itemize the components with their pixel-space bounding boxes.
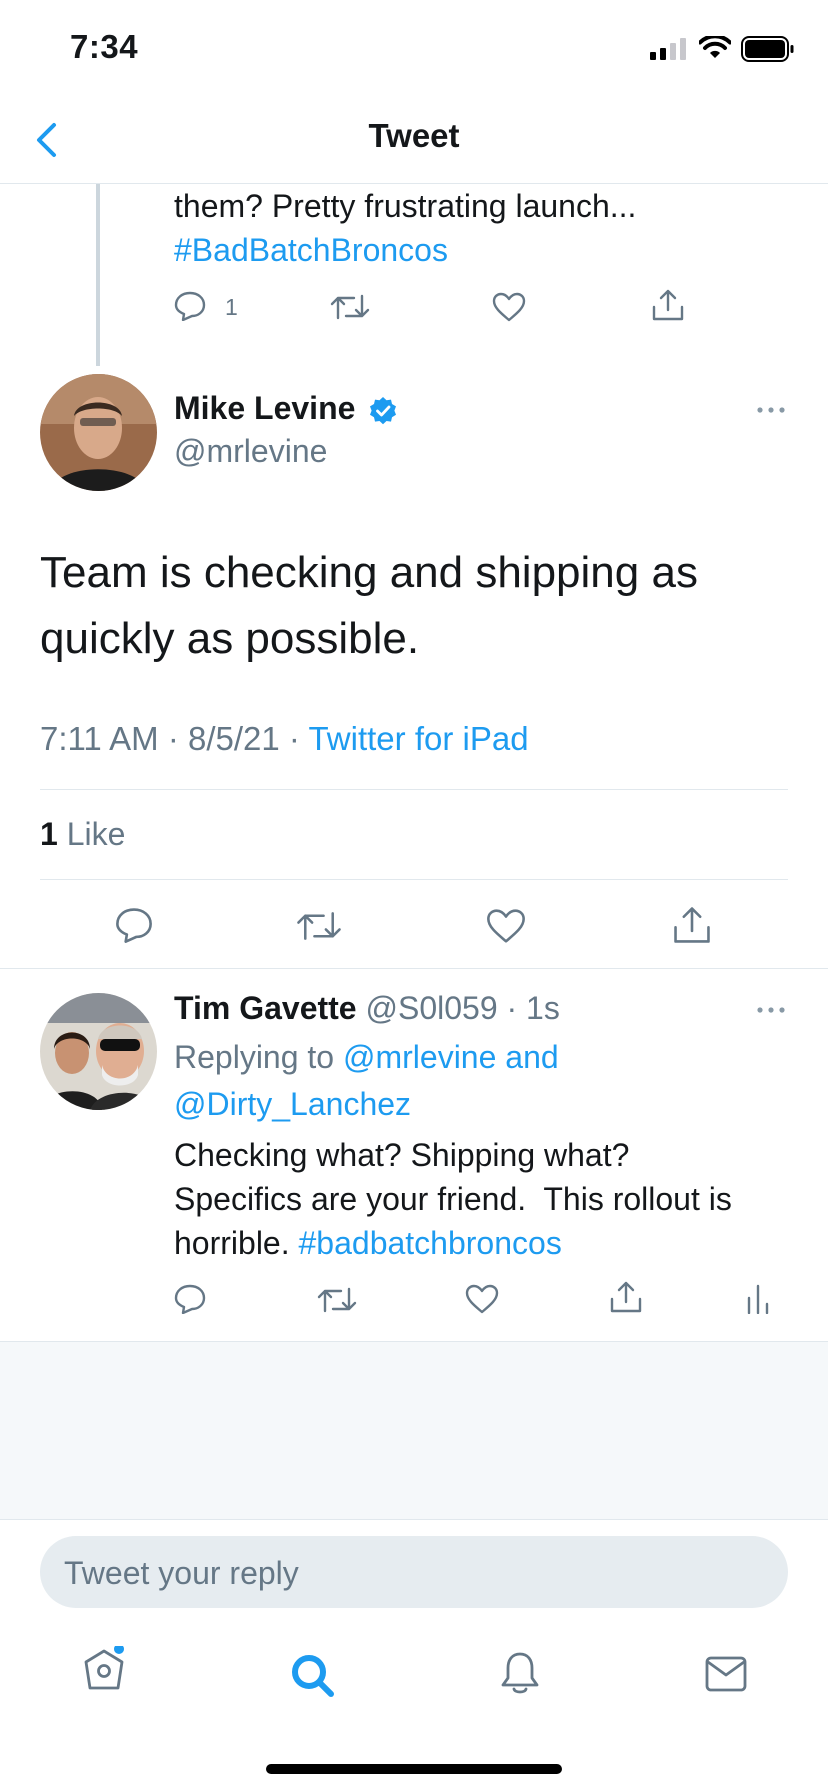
replying-and[interactable]: and — [505, 1039, 558, 1075]
author-name[interactable]: Mike Levine — [174, 390, 355, 427]
replying-to: Replying to @mrlevine and @Dirty_Lanchez — [174, 1034, 794, 1128]
reply-text-line: Checking what? Shipping what? — [174, 1137, 630, 1173]
reply-author-name[interactable]: Tim Gavette — [174, 990, 357, 1026]
likes-summary[interactable]: 1 Like — [40, 816, 125, 853]
replying-prefix: Replying to — [174, 1039, 335, 1075]
home-indicator[interactable] — [266, 1764, 562, 1774]
like-count: 1 — [40, 816, 58, 852]
reply-count: 1 — [225, 294, 238, 320]
previous-tweet-text: them? Pretty frustrating launch... #BadB… — [174, 184, 794, 272]
notifications-icon[interactable] — [499, 1650, 541, 1696]
reply-compose-field[interactable]: Tweet your reply — [40, 1536, 788, 1608]
reply-hashtag[interactable]: #badbatchbroncos — [299, 1225, 562, 1261]
analytics-icon[interactable] — [746, 1284, 770, 1314]
tweet-date: 8/5/21 — [187, 720, 280, 757]
divider — [0, 1519, 828, 1520]
messages-icon[interactable] — [704, 1655, 748, 1693]
more-options-icon[interactable] — [756, 1006, 786, 1014]
mention-link[interactable]: @mrlevine — [343, 1039, 496, 1075]
retweet-icon[interactable] — [317, 1286, 357, 1314]
mention-link[interactable]: @Dirty_Lanchez — [174, 1086, 411, 1122]
more-options-icon[interactable] — [756, 406, 786, 414]
divider — [0, 968, 828, 969]
reply-tweet-text: Checking what? Shipping what? Specifics … — [174, 1133, 794, 1265]
search-icon[interactable] — [290, 1653, 336, 1699]
like-icon[interactable] — [486, 908, 526, 944]
empty-thread-area — [0, 1342, 828, 1519]
divider — [40, 789, 788, 790]
reply-icon[interactable] — [174, 291, 206, 321]
cellular-signal-icon — [650, 38, 690, 60]
like-label: Like — [66, 816, 126, 852]
battery-icon — [741, 36, 795, 62]
author-handle[interactable]: @mrlevine — [174, 433, 327, 470]
reply-icon[interactable] — [115, 907, 153, 943]
reply-text-line: horrible. #badbatchbroncos — [174, 1221, 794, 1265]
tweet-text: Team is checking and shipping as quickly… — [40, 548, 698, 663]
verified-badge-icon — [368, 396, 398, 426]
reply-author-handle[interactable]: @S0l059 — [365, 990, 497, 1026]
tweet-source-link[interactable]: Twitter for iPad — [308, 720, 528, 757]
share-icon[interactable] — [672, 905, 712, 945]
previous-tweet-hashtag[interactable]: #BadBatchBroncos — [174, 228, 794, 272]
divider — [40, 879, 788, 880]
status-time: 7:34 — [70, 28, 139, 65]
compose-placeholder: Tweet your reply — [64, 1555, 299, 1591]
page-title: Tweet — [368, 117, 460, 154]
like-icon[interactable] — [492, 292, 526, 322]
previous-tweet-line: them? Pretty frustrating launch... — [174, 188, 637, 224]
share-icon[interactable] — [651, 288, 685, 322]
tweet-time: 7:11 AM — [40, 720, 159, 757]
reply-text-line: Specifics are your friend. This rollout … — [174, 1181, 732, 1217]
thread-connector-line — [96, 184, 100, 366]
share-icon[interactable] — [609, 1280, 643, 1314]
reply-text-prefix: horrible. — [174, 1225, 290, 1261]
reply-header: Tim Gavette @S0l059 · 1s — [174, 990, 560, 1026]
reply-author-avatar[interactable] — [40, 993, 157, 1110]
wifi-icon — [699, 36, 731, 60]
tweet-meta: 7:11 AM · 8/5/21 · Twitter for iPad — [40, 720, 529, 757]
like-icon[interactable] — [465, 1284, 499, 1314]
author-avatar[interactable] — [40, 374, 157, 491]
reply-age: 1s — [526, 990, 560, 1026]
retweet-icon[interactable] — [296, 910, 342, 942]
retweet-icon[interactable] — [330, 293, 370, 321]
home-icon[interactable] — [82, 1646, 126, 1692]
reply-icon[interactable] — [174, 1284, 206, 1314]
